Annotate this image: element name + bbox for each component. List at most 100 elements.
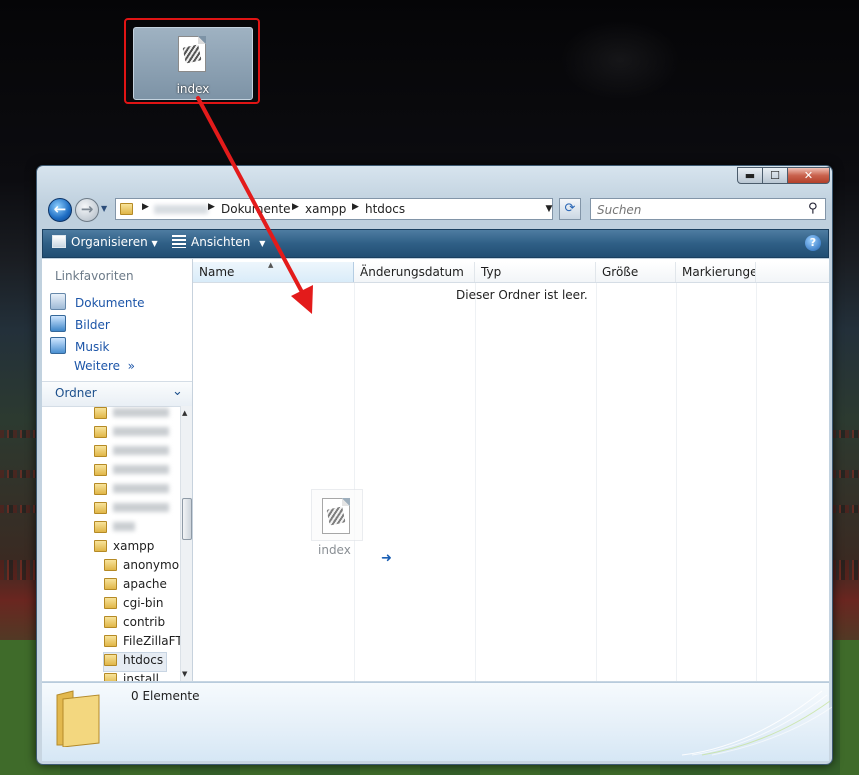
tree-folder-cgi-bin[interactable]: cgi-bin [104,596,163,614]
folder-icon [94,407,107,419]
folders-header[interactable]: Ordner ⌄ [42,381,192,407]
music-icon [50,337,66,354]
breadcrumb-separator-icon[interactable]: ▶ [142,202,149,212]
chevron-down-icon[interactable]: ⌄ [172,384,183,399]
forward-button[interactable]: → [75,198,99,222]
folder-icon [104,559,117,571]
large-folder-icon [56,690,100,747]
back-button[interactable]: ← [48,198,72,222]
breadcrumb-dokumente[interactable]: Dokumente [221,202,291,216]
tree-folder-contrib[interactable]: contrib [104,615,165,633]
details-pane-swoosh [682,690,832,756]
tree-folder-redacted[interactable] [94,444,169,462]
favorite-bilder[interactable]: Bilder [50,315,110,333]
folder-icon [94,483,107,495]
empty-folder-message: Dieser Ordner ist leer. [456,288,588,302]
breadcrumb-htdocs[interactable]: htdocs [365,202,405,216]
minimize-button[interactable]: ▬ [737,167,763,184]
tree-label: contrib [123,615,166,629]
tree-label: htdocs [123,653,164,667]
tree-folder-install[interactable]: install [104,672,159,681]
folder-icon [104,597,117,609]
tree-label: apache [123,577,167,591]
folder-icon [104,616,117,628]
favorite-label: Dokumente [75,296,145,310]
breadcrumb-user-redacted[interactable] [154,205,208,214]
address-dropdown-icon[interactable]: ▼ [542,198,556,220]
refresh-button[interactable]: ⟳ [559,198,581,220]
organize-icon [52,235,66,248]
tree-label: install [123,672,159,681]
tree-label: FileZillaFTP [123,634,180,648]
chevron-down-icon: ▼ [151,239,158,248]
column-divider [354,283,355,681]
tree-folder-redacted[interactable] [94,482,169,500]
views-label: Ansichten [191,235,251,249]
breadcrumb-separator-icon[interactable]: ▶ [208,202,215,212]
scroll-up-icon[interactable]: ▲ [182,409,187,417]
favorite-dokumente[interactable]: Dokumente [50,293,145,311]
chevron-down-icon: ▼ [254,239,266,248]
scroll-down-icon[interactable]: ▼ [182,670,187,678]
tree-folder-anonymous[interactable]: anonymous [104,558,180,576]
tree-folder-redacted[interactable] [94,406,169,424]
folder-icon [94,445,107,457]
history-dropdown-icon[interactable]: ▼ [101,204,107,213]
column-divider [475,283,476,681]
folder-icon [94,502,107,514]
tree-folder-filezilla[interactable]: FileZillaFTP [104,634,180,652]
search-box[interactable]: ⚲ [590,198,826,220]
column-header-name[interactable]: Name [193,262,354,282]
folder-tree: xampp anonymous apache cgi-bin contrib F… [42,406,180,681]
help-icon[interactable]: ? [805,235,821,251]
favorite-more-link[interactable]: Weitere » [74,359,135,373]
column-header-date[interactable]: Änderungsdatum [354,262,475,282]
column-header-size[interactable]: Größe [596,262,676,282]
tree-folder-apache[interactable]: apache [104,577,167,595]
navigation-pane: Linkfavoriten Dokumente Bilder Musik Wei… [42,259,193,681]
search-icon[interactable]: ⚲ [808,201,818,216]
tree-label: cgi-bin [123,596,164,610]
folder-icon [104,578,117,590]
tree-folder-redacted[interactable] [94,501,169,519]
folder-tree-scrollbar[interactable]: ▲ ▼ [180,406,192,681]
maximize-button[interactable]: ☐ [762,167,788,184]
scrollbar-thumb[interactable] [182,498,192,540]
drag-ghost-file [311,489,363,541]
documents-icon [50,293,66,310]
breadcrumb-xampp[interactable]: xampp [305,202,346,216]
search-input[interactable] [595,201,799,219]
sort-ascending-icon: ▲ [268,261,274,269]
column-divider [756,283,757,681]
views-icon [172,235,186,248]
highlight-box [124,18,260,104]
folder-icon [120,203,133,215]
tree-folder-htdocs[interactable]: htdocs [103,652,168,672]
folder-icon [94,521,107,533]
breadcrumb-separator-icon[interactable]: ▶ [352,202,359,212]
organize-label: Organisieren [71,235,148,249]
tree-folder-redacted[interactable] [94,425,169,443]
column-header-tags[interactable]: Markierungen [676,262,756,282]
favorite-label: Musik [75,340,110,354]
breadcrumb-separator-icon[interactable]: ▶ [292,202,299,212]
folders-label: Ordner [55,386,97,400]
file-list-pane[interactable]: Name ▲ Änderungsdatum Typ Größe Markieru… [193,259,829,681]
column-divider [676,283,677,681]
column-headers: Name ▲ Änderungsdatum Typ Größe Markieru… [193,261,829,283]
address-bar[interactable]: ▶ ▶ Dokumente ▶ xampp ▶ htdocs [115,198,553,220]
close-button[interactable]: ✕ [787,167,830,184]
column-divider [596,283,597,681]
favorite-musik[interactable]: Musik [50,337,110,355]
folder-icon [104,654,117,666]
tree-folder-xampp[interactable]: xampp [94,539,154,557]
organize-menu-button[interactable]: Organisieren ▼ [52,235,158,249]
tree-folder-redacted[interactable] [94,520,135,538]
tree-folder-redacted[interactable] [94,463,169,481]
open-folder-icon [94,540,107,552]
explorer-window: ▬ ☐ ✕ ← → ▼ ▶ ▶ Dokumente ▶ xampp ▶ htdo… [36,165,833,765]
views-menu-button[interactable]: Ansichten ▼ [172,235,265,249]
folder-icon [94,464,107,476]
column-header-type[interactable]: Typ [475,262,596,282]
pictures-icon [50,315,66,332]
